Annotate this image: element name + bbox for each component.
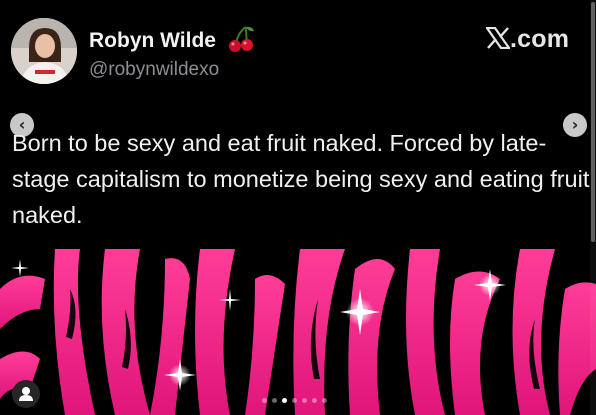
pagination-dot[interactable] (272, 398, 277, 403)
avatar-image (11, 18, 77, 84)
post-frame: Robyn Wilde @robynwildexo .com Born to b… (0, 0, 596, 415)
pagination-dot[interactable] (292, 398, 297, 403)
zebra-glitter-image (0, 249, 596, 415)
x-dot-com-logo[interactable]: .com (484, 25, 570, 54)
pagination-dot[interactable] (322, 398, 327, 403)
avatar[interactable] (11, 18, 77, 84)
tweet-card: Robyn Wilde @robynwildexo .com Born to b… (0, 0, 596, 249)
user-tag-button[interactable] (12, 380, 40, 408)
cherry-emoji-icon (229, 26, 254, 52)
x-logo-icon (484, 26, 512, 50)
chevron-right-icon: › (571, 115, 579, 134)
carousel-next-button[interactable]: › (563, 113, 587, 137)
carousel-prev-button[interactable]: ‹ (10, 113, 34, 137)
scrollbar-thumb[interactable] (591, 2, 595, 242)
user-icon (19, 387, 33, 401)
chevron-left-icon: ‹ (18, 115, 26, 134)
user-handle[interactable]: @robynwildexo (89, 59, 219, 81)
pagination-dot[interactable] (302, 398, 307, 403)
pagination-dot[interactable] (312, 398, 317, 403)
logo-domain-text: .com (510, 25, 570, 53)
post-text: Born to be sexy and eat fruit naked. For… (12, 130, 590, 228)
scrollbar[interactable] (590, 0, 596, 415)
display-name[interactable]: Robyn Wilde (89, 29, 216, 53)
pagination-dot[interactable] (262, 398, 267, 403)
pagination-dot[interactable] (282, 398, 287, 403)
